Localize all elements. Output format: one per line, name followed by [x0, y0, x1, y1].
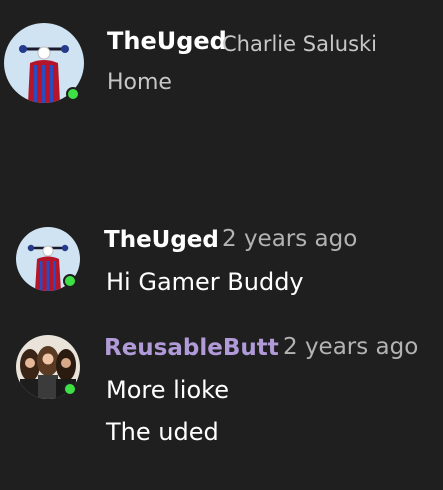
online-presence-icon: [63, 274, 77, 288]
profile-real-name: Charlie Saluski: [222, 32, 378, 56]
message-text: Hi Gamer Buddy: [106, 268, 304, 296]
conversation-view: TheUged Charlie Saluski Home TheUged 2 y…: [0, 0, 443, 490]
online-presence-icon: [63, 382, 77, 396]
message-timestamp: 2 years ago: [283, 334, 419, 360]
message-text: The uded: [106, 418, 219, 446]
online-presence-icon: [66, 87, 80, 101]
message-timestamp: 2 years ago: [222, 226, 358, 252]
profile-gamertag[interactable]: TheUged: [107, 27, 227, 55]
message-author[interactable]: TheUged: [104, 227, 219, 253]
message-text: More lioke: [106, 376, 229, 404]
profile-status: Home: [107, 70, 172, 95]
message-author[interactable]: ReusableButt: [104, 335, 279, 361]
